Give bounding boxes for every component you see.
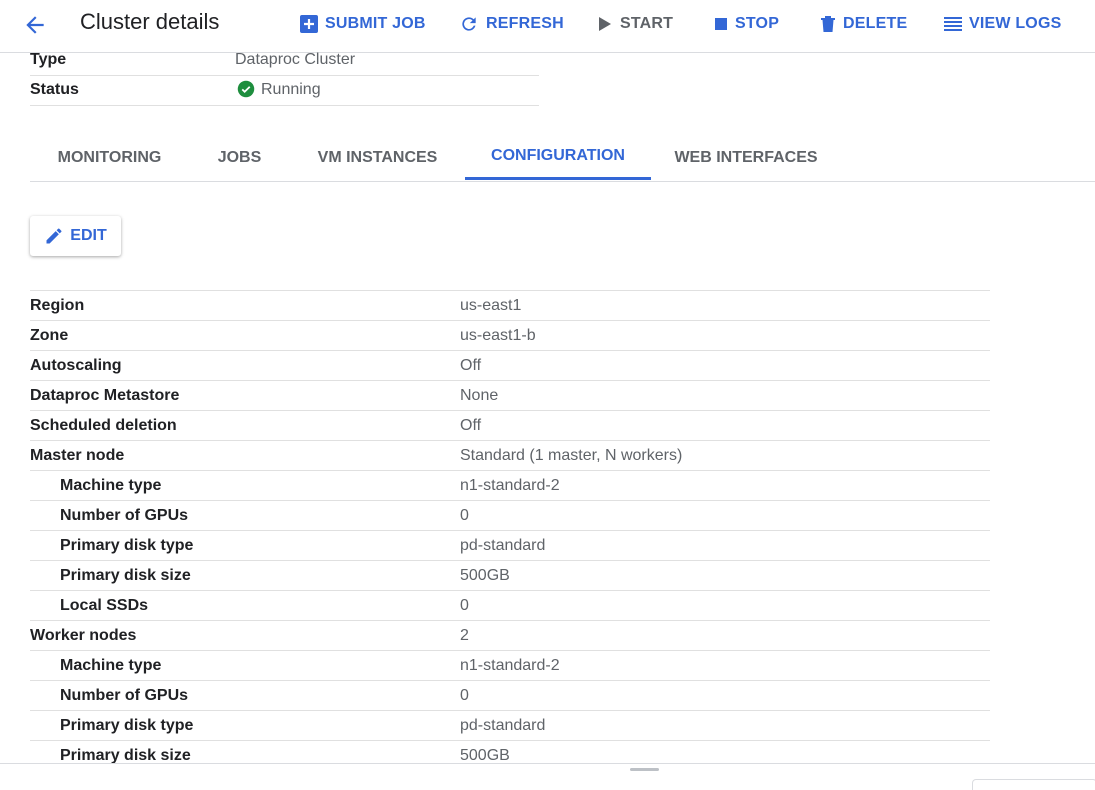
config-row-region: Region us-east1	[30, 291, 990, 321]
tab-vm-instances[interactable]: VM INSTANCES	[290, 135, 465, 180]
tab-web-interfaces[interactable]: WEB INTERFACES	[651, 135, 841, 180]
config-value: 500GB	[460, 567, 510, 584]
config-label: Primary disk size	[60, 567, 191, 584]
stop-label: STOP	[735, 15, 780, 32]
config-label: Local SSDs	[60, 597, 149, 614]
status-label: Status	[30, 81, 79, 98]
config-value: n1-standard-2	[460, 477, 560, 494]
config-value: None	[460, 387, 499, 404]
config-value: 0	[460, 597, 469, 614]
config-value: 0	[460, 687, 469, 704]
list-icon	[944, 17, 962, 31]
delete-label: DELETE	[843, 15, 908, 32]
stop-icon	[715, 18, 727, 30]
submit-job-label: SUBMIT JOB	[325, 15, 426, 32]
edit-label: EDIT	[70, 227, 107, 244]
view-logs-label: VIEW LOGS	[969, 15, 1062, 32]
config-row-worker-disk-type: Primary disk type pd-standard	[30, 711, 990, 741]
summary-row-type: Type Dataproc Cluster	[30, 46, 539, 76]
config-value: 0	[460, 507, 469, 524]
edit-button[interactable]: EDIT	[30, 216, 121, 256]
type-value: Dataproc Cluster	[235, 51, 356, 68]
delete-button[interactable]: DELETE	[820, 13, 907, 35]
config-value: Off	[460, 417, 482, 434]
pencil-icon	[46, 228, 62, 244]
configuration-table: Region us-east1 Zone us-east1-b Autoscal…	[30, 290, 990, 771]
config-value: us-east1-b	[460, 327, 536, 344]
config-label: Machine type	[60, 657, 162, 674]
type-label: Type	[30, 51, 67, 68]
config-row-master-disk-type: Primary disk type pd-standard	[30, 531, 990, 561]
start-label: START	[620, 15, 674, 32]
tab-bar: MONITORING JOBS VM INSTANCES CONFIGURATI…	[30, 135, 1095, 182]
start-button[interactable]: START	[597, 13, 673, 35]
config-label: Master node	[30, 447, 125, 464]
config-label: Number of GPUs	[60, 687, 189, 704]
cluster-summary: Type Dataproc Cluster Status Running	[30, 46, 539, 106]
refresh-icon	[462, 17, 476, 31]
config-label: Number of GPUs	[60, 507, 189, 524]
tab-jobs[interactable]: JOBS	[189, 135, 290, 180]
config-value: pd-standard	[460, 717, 546, 734]
add-box-icon	[300, 15, 318, 33]
config-row-master-local-ssds: Local SSDs 0	[30, 591, 990, 621]
config-value: us-east1	[460, 297, 522, 314]
config-row-worker-nodes: Worker nodes 2	[30, 621, 990, 651]
config-label: Worker nodes	[30, 627, 137, 644]
bottom-panel-tab[interactable]	[972, 779, 1095, 790]
trash-icon	[821, 16, 835, 32]
config-value: Standard (1 master, N workers)	[460, 447, 683, 464]
page-title: Cluster details	[80, 9, 220, 34]
config-value: pd-standard	[460, 537, 546, 554]
bottom-panel-bar	[0, 763, 1095, 790]
config-row-zone: Zone us-east1-b	[30, 321, 990, 351]
config-label: Zone	[30, 327, 69, 344]
config-value: n1-standard-2	[460, 657, 560, 674]
config-row-autoscaling: Autoscaling Off	[30, 351, 990, 381]
tab-monitoring[interactable]: MONITORING	[30, 135, 189, 180]
config-label: Dataproc Metastore	[30, 387, 180, 404]
config-label: Machine type	[60, 477, 162, 494]
config-row-master-node: Master node Standard (1 master, N worker…	[30, 441, 990, 471]
config-row-metastore: Dataproc Metastore None	[30, 381, 990, 411]
config-row-master-gpus: Number of GPUs 0	[30, 501, 990, 531]
config-row-worker-machine-type: Machine type n1-standard-2	[30, 651, 990, 681]
config-row-master-disk-size: Primary disk size 500GB	[30, 561, 990, 591]
config-row-worker-gpus: Number of GPUs 0	[30, 681, 990, 711]
config-label: Scheduled deletion	[30, 417, 177, 434]
submit-job-button[interactable]: SUBMIT JOB	[300, 13, 426, 35]
config-label: Autoscaling	[30, 357, 122, 374]
view-logs-button[interactable]: VIEW LOGS	[944, 13, 1061, 35]
refresh-label: REFRESH	[486, 15, 564, 32]
play-icon	[599, 17, 611, 31]
config-value: Off	[460, 357, 482, 374]
stop-button[interactable]: STOP	[714, 13, 779, 35]
config-value: 2	[460, 627, 469, 644]
config-label: Region	[30, 297, 85, 314]
status-value: Running	[261, 81, 321, 98]
tab-configuration[interactable]: CONFIGURATION	[465, 135, 651, 180]
config-label: Primary disk type	[60, 717, 194, 734]
config-label: Primary disk type	[60, 537, 194, 554]
refresh-button[interactable]: REFRESH	[459, 13, 564, 35]
back-arrow-icon[interactable]	[22, 12, 48, 38]
config-row-master-machine-type: Machine type n1-standard-2	[30, 471, 990, 501]
check-circle-icon	[237, 80, 255, 103]
panel-resize-handle[interactable]	[630, 768, 659, 771]
config-row-scheduled-deletion: Scheduled deletion Off	[30, 411, 990, 441]
summary-row-status: Status Running	[30, 76, 539, 106]
